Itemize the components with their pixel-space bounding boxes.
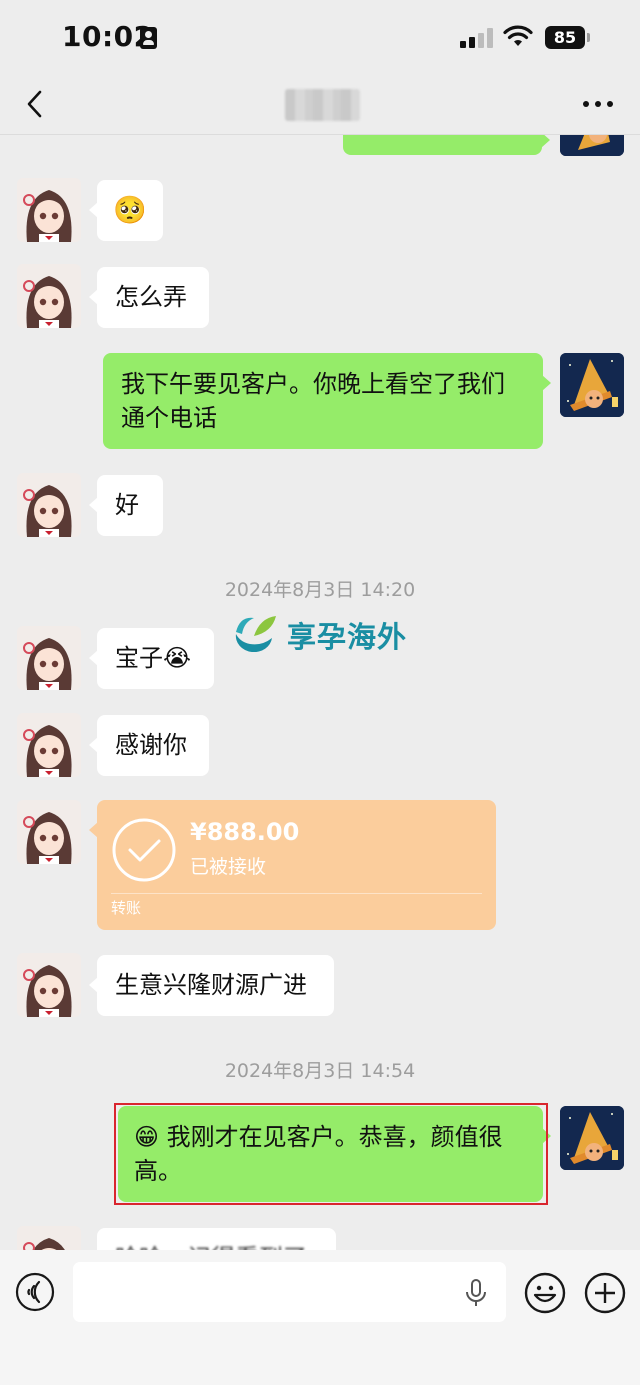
message-bubble[interactable]: 好 <box>89 475 163 536</box>
transfer-amount: ¥888.00 <box>190 818 300 846</box>
message-text-line: 我下午要见客户。你晚上看空了我们 <box>121 370 505 398</box>
wizard-avatar-image <box>560 353 624 417</box>
ellipsis-icon[interactable] <box>580 89 616 119</box>
contact-avatar[interactable] <box>17 800 81 864</box>
anime-girl-avatar-image <box>17 713 81 777</box>
transfer-card[interactable]: ¥888.00 已被接收 转账 <box>89 800 496 930</box>
message-text: 感谢你 <box>115 731 187 759</box>
contact-avatar[interactable] <box>17 264 81 328</box>
contact-name-blurred <box>285 89 360 121</box>
contact-avatar[interactable] <box>17 178 81 242</box>
message-text: 怎么弄 <box>115 283 187 311</box>
microphone-icon[interactable] <box>463 1278 489 1308</box>
watermark-logo: 享孕海外 <box>232 612 432 654</box>
checkmark-circle-icon <box>112 818 176 882</box>
leaf-logo-icon <box>235 616 276 652</box>
anime-girl-avatar-image <box>17 178 81 242</box>
transfer-label: 转账 <box>111 899 142 917</box>
message-bubble[interactable]: 感谢你 <box>89 715 209 776</box>
battery-icon: 85 <box>545 26 585 49</box>
transfer-status: 已被接收 <box>190 856 267 878</box>
message-bubble-self[interactable]: 我下午要见客户。你晚上看空了我们 通个电话 <box>103 353 551 449</box>
message-bubble[interactable]: 宝子😭 <box>89 628 214 689</box>
message-bubble[interactable]: 生意兴隆财源广进 <box>89 955 334 1016</box>
plus-icon[interactable] <box>584 1272 626 1314</box>
emoji-icon[interactable] <box>524 1272 566 1314</box>
watermark-text: 享孕海外 <box>287 620 408 654</box>
message-timestamp: 2024年8月3日 14:54 <box>224 1060 416 1082</box>
anime-girl-avatar-image <box>17 626 81 690</box>
message-bubble[interactable]: 🥺 <box>89 180 163 241</box>
wifi-icon <box>503 25 533 46</box>
contact-avatar[interactable] <box>17 953 81 1017</box>
anime-girl-avatar-image <box>17 800 81 864</box>
self-avatar[interactable] <box>560 1106 624 1170</box>
message-text: 生意兴隆财源广进 <box>115 971 307 999</box>
chat-header <box>0 75 640 135</box>
voice-toggle-icon[interactable] <box>15 1272 55 1312</box>
status-bar: 10:02 85 <box>0 0 640 75</box>
message-bubble[interactable]: 怎么弄 <box>89 267 209 328</box>
message-text: 宝子😭 <box>115 644 192 672</box>
anime-girl-avatar-image <box>17 953 81 1017</box>
anime-girl-avatar-image <box>17 473 81 537</box>
cellular-signal-icon <box>460 28 494 48</box>
divider <box>111 893 482 894</box>
message-text: 好 <box>115 491 139 519</box>
contact-card-icon <box>140 27 157 49</box>
anime-girl-avatar-image <box>17 264 81 328</box>
chevron-left-icon[interactable] <box>22 89 52 119</box>
self-avatar[interactable] <box>560 353 624 417</box>
message-text: 🥺 <box>113 195 147 226</box>
message-timestamp: 2024年8月3日 14:20 <box>224 579 416 601</box>
contact-avatar[interactable] <box>17 626 81 690</box>
message-input[interactable] <box>73 1262 506 1322</box>
highlight-annotation <box>114 1103 548 1205</box>
message-text-line: 通个电话 <box>121 404 217 432</box>
contact-avatar[interactable] <box>17 473 81 537</box>
contact-avatar[interactable] <box>17 713 81 777</box>
battery-tip <box>587 33 590 42</box>
chat-input-bar <box>0 1250 640 1385</box>
wizard-avatar-image <box>560 1106 624 1170</box>
